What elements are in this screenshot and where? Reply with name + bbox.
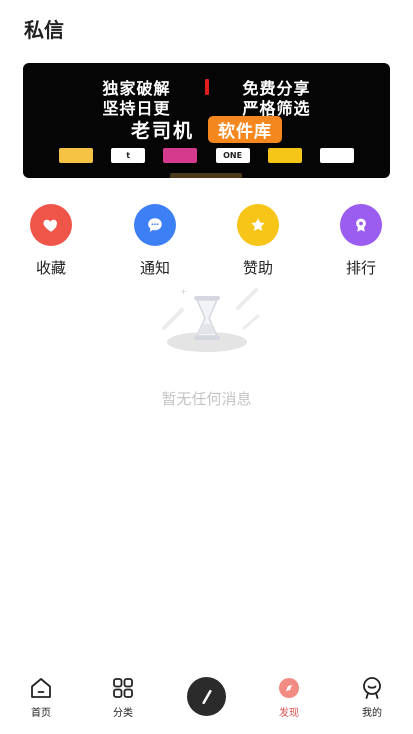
publish-button[interactable] bbox=[187, 677, 226, 716]
banner-footer-mark bbox=[170, 173, 242, 178]
header: 私信 bbox=[24, 16, 64, 44]
banner-app-row: t ONE bbox=[59, 148, 354, 163]
app-1-icon bbox=[59, 148, 93, 163]
tab-mine[interactable]: 我的 bbox=[342, 676, 402, 719]
empty-message: 暂无任何消息 bbox=[161, 390, 252, 408]
tab-mine-label: 我的 bbox=[362, 708, 382, 719]
app-3-icon bbox=[163, 148, 198, 163]
home-icon bbox=[31, 678, 51, 698]
empty-state: + 暂无任何消息 bbox=[0, 280, 413, 409]
sponsor-button[interactable]: 赞助 bbox=[228, 204, 288, 278]
app-2-icon: t bbox=[111, 148, 146, 163]
chat-bubble-icon bbox=[134, 204, 176, 246]
banner-brand: 老司机 bbox=[130, 120, 194, 142]
banner-line-3: 老司机 软件库 bbox=[23, 116, 390, 143]
heart-icon bbox=[30, 204, 72, 246]
favorites-button[interactable]: 收藏 bbox=[21, 204, 81, 278]
tab-discover-label: 发现 bbox=[279, 708, 299, 719]
ranking-button[interactable]: 排行 bbox=[331, 204, 391, 278]
pencil-icon bbox=[201, 689, 212, 704]
banner-tag: 软件库 bbox=[208, 116, 282, 143]
notifications-button[interactable]: 通知 bbox=[125, 204, 185, 278]
banner-spacer bbox=[205, 99, 209, 115]
app-4-icon: ONE bbox=[215, 148, 250, 163]
app-6-icon bbox=[319, 148, 354, 163]
user-smile-icon bbox=[363, 677, 381, 699]
app-5-icon bbox=[267, 148, 302, 163]
promo-banner[interactable]: 独家破解 免费分享 坚持日更 严格筛选 老司机 软件库 t ONE bbox=[23, 63, 390, 178]
svg-text:+: + bbox=[180, 287, 187, 296]
tab-category[interactable]: 分类 bbox=[93, 676, 153, 719]
tab-discover[interactable]: 发现 bbox=[259, 676, 319, 719]
banner-divider bbox=[204, 79, 209, 95]
grid-icon bbox=[113, 678, 133, 698]
tab-category-label: 分类 bbox=[113, 708, 133, 719]
page-title: 私信 bbox=[24, 18, 64, 42]
sponsor-label: 赞助 bbox=[242, 259, 273, 277]
favorites-label: 收藏 bbox=[35, 259, 66, 277]
star-icon bbox=[237, 204, 279, 246]
tab-home-label: 首页 bbox=[31, 708, 51, 719]
tab-home[interactable]: 首页 bbox=[11, 676, 71, 719]
trophy-icon bbox=[340, 204, 382, 246]
notifications-label: 通知 bbox=[139, 259, 170, 277]
hourglass-icon: + bbox=[152, 280, 262, 360]
compass-icon bbox=[279, 678, 299, 698]
ranking-label: 排行 bbox=[345, 259, 376, 277]
